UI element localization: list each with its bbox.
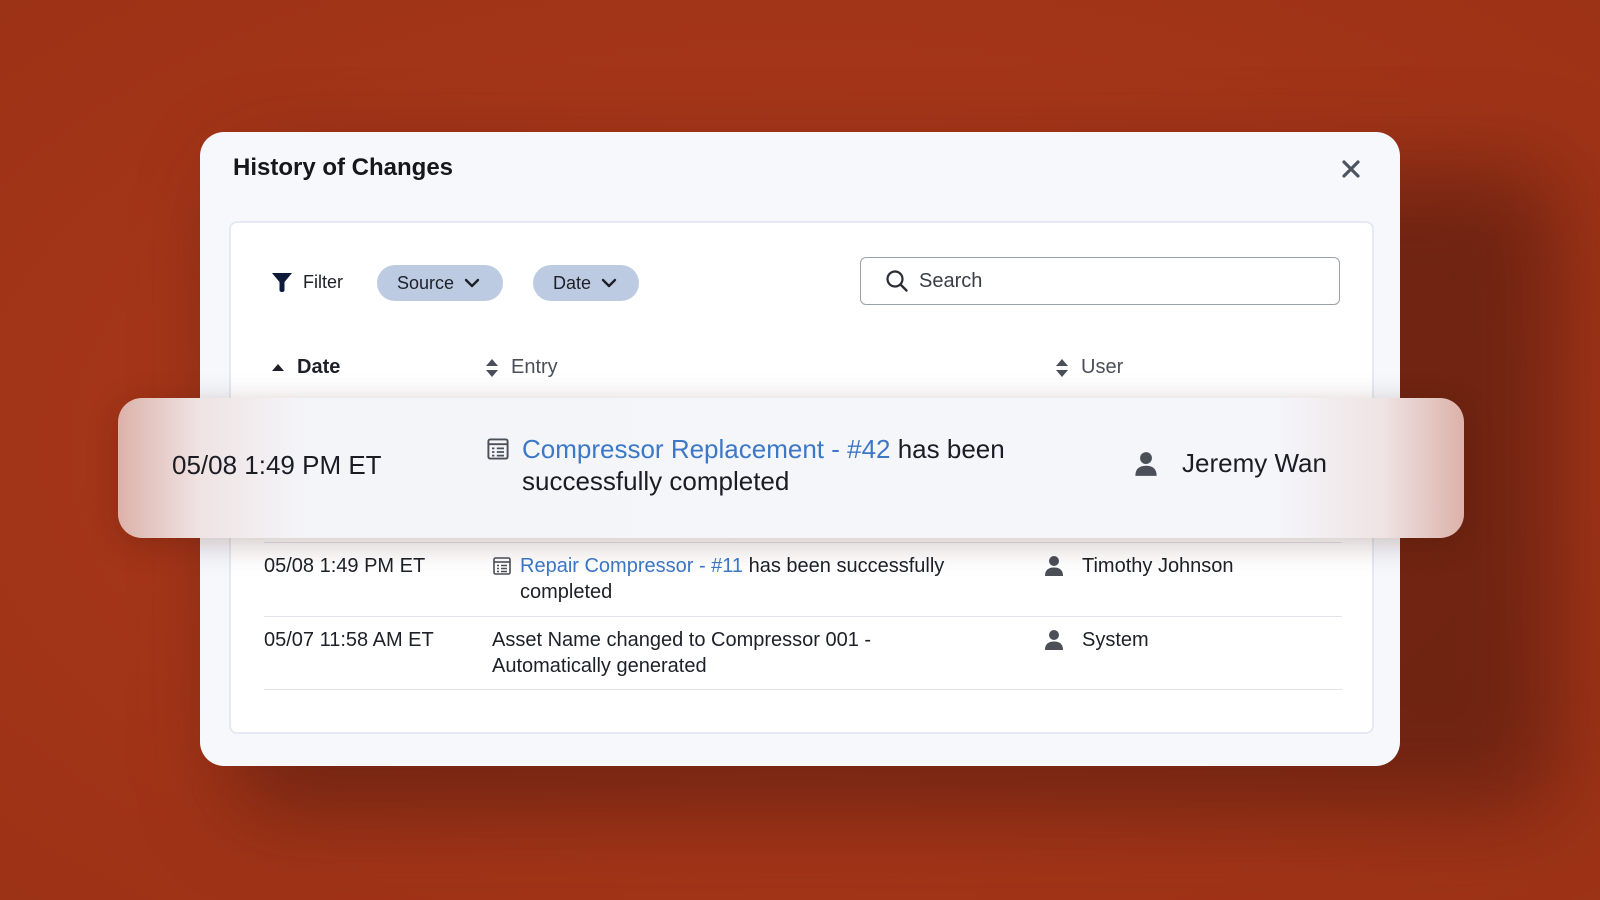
- chevron-down-icon: [464, 278, 480, 288]
- column-header-date[interactable]: Date: [271, 356, 340, 379]
- row-date: 05/08 1:49 PM ET: [264, 555, 426, 577]
- column-header-date-label: Date: [297, 356, 341, 378]
- row-date: 05/08 1:49 PM ET: [172, 450, 382, 480]
- user-icon: [1044, 629, 1064, 651]
- work-order-link[interactable]: Repair Compressor - #11: [520, 555, 743, 577]
- chevron-down-icon: [601, 278, 617, 288]
- highlighted-row[interactable]: 05/08 1:49 PM ET Compressor Replacement …: [118, 398, 1464, 538]
- column-header-entry[interactable]: Entry: [485, 356, 558, 379]
- user-icon: [1044, 555, 1064, 577]
- row-entry: Asset Name changed to Compressor 001 - A…: [492, 627, 952, 679]
- filter-label: Filter: [303, 271, 343, 292]
- search-box[interactable]: [860, 257, 1340, 305]
- row-user-name: Timothy Johnson: [1082, 555, 1234, 577]
- source-filter-chip[interactable]: Source: [377, 265, 503, 301]
- work-order-icon: [486, 437, 510, 497]
- filter-button[interactable]: Filter: [271, 271, 343, 293]
- source-chip-label: Source: [397, 272, 455, 293]
- modal-title: History of Changes: [233, 154, 454, 181]
- search-input[interactable]: [919, 269, 1319, 293]
- date-filter-chip[interactable]: Date: [533, 265, 639, 301]
- row-date: 05/07 11:58 AM ET: [264, 629, 434, 651]
- row-user: Jeremy Wan: [1134, 448, 1327, 479]
- close-icon: [1341, 159, 1361, 179]
- table-row[interactable]: 05/07 11:58 AM ET Asset Name changed to …: [264, 616, 1342, 690]
- row-user-name: System: [1082, 629, 1149, 651]
- row-entry-text: Repair Compressor - #11 has been success…: [520, 553, 992, 605]
- date-chip-label: Date: [553, 272, 592, 293]
- row-user: System: [1044, 627, 1149, 653]
- sort-icon: [1055, 358, 1069, 378]
- row-user-name: Jeremy Wan: [1182, 448, 1327, 478]
- work-order-icon: [492, 556, 512, 605]
- row-entry: Compressor Replacement - #42 has been su…: [486, 433, 1046, 497]
- search-icon: [885, 269, 909, 293]
- user-icon: [1134, 451, 1158, 477]
- sort-ascending-icon: [271, 363, 285, 373]
- column-header-user[interactable]: User: [1055, 356, 1123, 379]
- row-entry-text: Compressor Replacement - #42 has been su…: [522, 433, 1046, 497]
- sort-icon: [485, 358, 499, 378]
- row-user: Timothy Johnson: [1044, 553, 1234, 579]
- row-entry-text: Asset Name changed to Compressor 001 - A…: [492, 629, 872, 677]
- close-button[interactable]: [1336, 154, 1366, 184]
- work-order-link[interactable]: Compressor Replacement - #42: [522, 434, 891, 464]
- column-header-entry-label: Entry: [511, 356, 558, 378]
- row-entry: Repair Compressor - #11 has been success…: [492, 553, 992, 605]
- column-header-user-label: User: [1081, 356, 1124, 378]
- table-row[interactable]: 05/08 1:49 PM ET Repair Compressor - #11…: [264, 542, 1342, 616]
- funnel-icon: [271, 271, 293, 293]
